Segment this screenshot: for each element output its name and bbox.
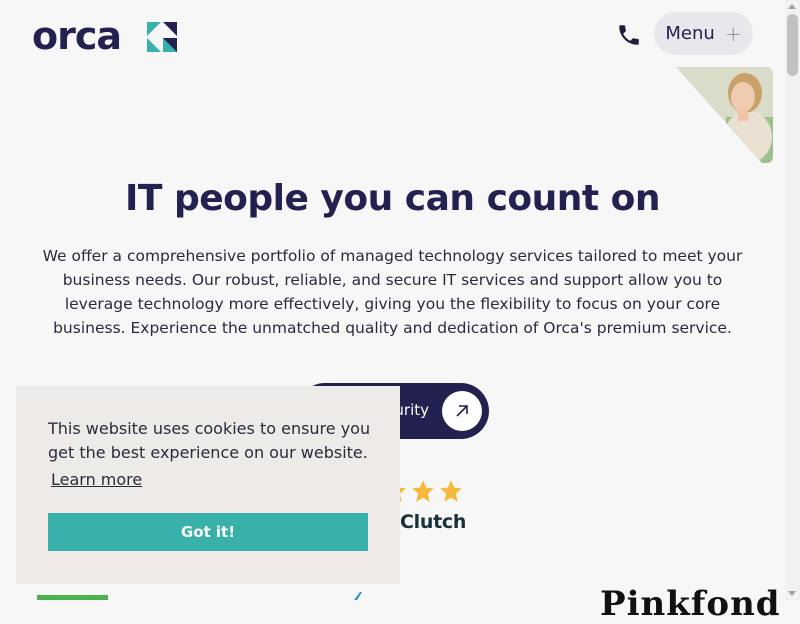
scroll-down-icon[interactable] — [788, 591, 796, 596]
phone-button[interactable] — [616, 22, 642, 48]
menu-label: Menu — [665, 23, 715, 44]
cookie-message: This website uses cookies to ensure you … — [48, 419, 371, 462]
arrow-up-right-icon — [442, 391, 482, 431]
star-icon — [412, 480, 434, 502]
clutch-wordmark: Clutch — [400, 511, 467, 533]
partner-logo-blue — [354, 592, 362, 600]
clutch-logo[interactable]: Clutch — [400, 511, 466, 533]
orca-logo[interactable]: orca — [32, 14, 182, 58]
partner-logo-serif: Pinkfond — [600, 584, 781, 624]
phone-icon — [619, 25, 639, 45]
learn-more-link[interactable]: Learn more — [51, 470, 142, 489]
logo-wordmark: orca — [32, 14, 122, 58]
page-scrollbar[interactable] — [785, 0, 800, 600]
cookie-banner: This website uses cookies to ensure you … — [16, 386, 400, 584]
logo-mark-icon — [147, 22, 177, 52]
accept-cookies-button[interactable]: Got it! — [48, 513, 368, 551]
plus-icon: + — [724, 21, 742, 46]
hero-title: IT people you can count on — [124, 178, 661, 219]
hero-description: We offer a comprehensive portfolio of ma… — [42, 247, 743, 337]
scroll-thumb[interactable] — [787, 14, 798, 76]
hero-photo — [676, 67, 773, 163]
partner-logo-green — [37, 595, 108, 600]
star-icon — [440, 480, 462, 502]
page: orca Menu + IT people you can count on W… — [0, 0, 785, 624]
menu-button[interactable]: Menu + — [654, 12, 753, 55]
scroll-up-icon[interactable] — [788, 4, 796, 9]
